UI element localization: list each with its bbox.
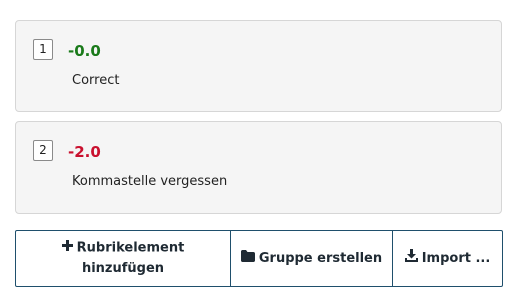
add-button-label-line1: Rubrikelement [76,240,185,256]
add-rubric-item-button[interactable]: Rubrikelement hinzufügen [16,231,230,286]
import-button[interactable]: Import ... [392,231,502,286]
rubric-criterion-card[interactable]: 1 -0.0 Correct [15,20,502,112]
create-group-button[interactable]: Gruppe erstellen [230,231,392,286]
rubric-criterion-card[interactable]: 2 -2.0 Kommastelle vergessen [15,121,502,214]
criterion-number: 2 [33,140,53,161]
criterion-number: 1 [33,39,53,60]
criterion-points: -0.0 [68,42,101,60]
create-group-label: Gruppe erstellen [258,250,383,266]
criterion-points: -2.0 [68,143,101,161]
rubric-toolbar: Rubrikelement hinzufügen Gruppe erstelle… [15,230,503,287]
download-icon [404,248,418,269]
plus-icon [61,238,73,258]
criterion-description: Kommastelle vergessen [72,174,228,189]
criterion-description: Correct [72,73,120,88]
import-label: Import ... [421,250,491,266]
folder-icon [240,249,255,269]
add-button-label-line2: hinzufügen [81,260,165,276]
